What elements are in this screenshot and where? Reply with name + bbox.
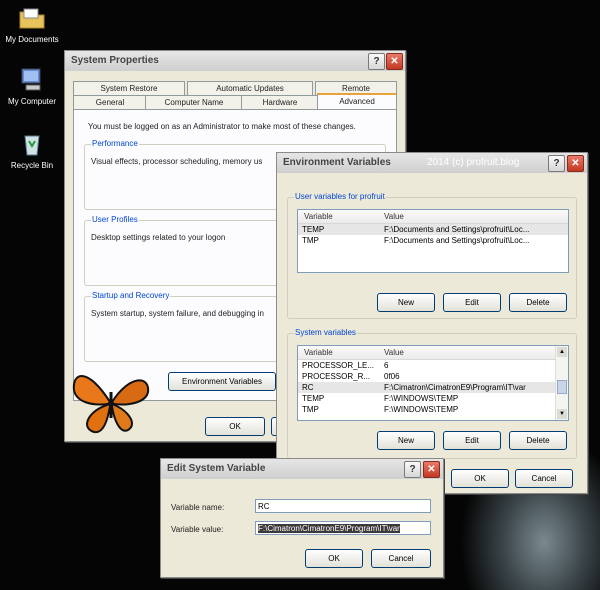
var-value: 6 bbox=[384, 361, 389, 370]
cancel-button[interactable]: Cancel bbox=[371, 549, 431, 568]
butterfly-image bbox=[68, 362, 154, 436]
variable-name-field[interactable]: RC bbox=[255, 499, 431, 513]
tab-automatic-updates[interactable]: Automatic Updates bbox=[187, 81, 313, 95]
var-name: PROCESSOR_LE... bbox=[302, 361, 375, 370]
var-name: TEMP bbox=[302, 394, 325, 403]
tab-system-restore[interactable]: System Restore bbox=[73, 81, 185, 95]
ok-button[interactable]: OK bbox=[451, 469, 509, 488]
var-value: F:\Documents and Settings\profruit\Loc..… bbox=[384, 225, 530, 234]
column-value: Value bbox=[384, 348, 404, 357]
var-value: F:\Documents and Settings\profruit\Loc..… bbox=[384, 236, 530, 245]
window-title: Edit System Variable bbox=[167, 463, 266, 474]
help-button[interactable]: ? bbox=[404, 461, 421, 478]
tab-hardware[interactable]: Hardware bbox=[241, 95, 319, 109]
desktop-icon-my-computer[interactable]: My Computer bbox=[0, 66, 64, 106]
group-label: Startup and Recovery bbox=[91, 291, 171, 300]
list-item[interactable]: TEMP F:\WINDOWS\TEMP bbox=[298, 393, 568, 404]
watermark-text: 2014 (c) profruit.blog bbox=[427, 157, 520, 168]
var-name: TMP bbox=[302, 405, 319, 414]
tab-computer-name[interactable]: Computer Name bbox=[145, 95, 243, 109]
var-name: PROCESSOR_R... bbox=[302, 372, 371, 381]
close-button[interactable]: ✕ bbox=[386, 53, 403, 70]
list-item[interactable]: RC F:\Cimatron\CimatronE9\Program\IT\var bbox=[298, 382, 568, 393]
user-variables-list[interactable]: Variable Value TEMP F:\Documents and Set… bbox=[297, 209, 569, 273]
vertical-scrollbar[interactable]: ▲ ▼ bbox=[555, 346, 568, 420]
group-label: Performance bbox=[91, 139, 139, 148]
title-bar[interactable]: Environment Variables 2014 (c) profruit.… bbox=[277, 153, 587, 173]
column-variable: Variable bbox=[304, 348, 333, 357]
system-new-button[interactable]: New bbox=[377, 431, 435, 450]
list-item[interactable]: PROCESSOR_LE... 6 bbox=[298, 360, 568, 371]
close-button[interactable]: ✕ bbox=[567, 155, 584, 172]
list-item[interactable]: TEMP F:\Documents and Settings\profruit\… bbox=[298, 224, 568, 235]
tab-general[interactable]: General bbox=[73, 95, 147, 109]
desktop-icon-recycle-bin[interactable]: Recycle Bin bbox=[0, 130, 64, 170]
var-name: RC bbox=[302, 383, 314, 392]
desktop-icon-label: My Computer bbox=[7, 97, 56, 106]
cancel-button[interactable]: Cancel bbox=[515, 469, 573, 488]
help-button[interactable]: ? bbox=[368, 53, 385, 70]
environment-variables-window: Environment Variables 2014 (c) profruit.… bbox=[276, 152, 588, 494]
title-bar[interactable]: System Properties ? ✕ bbox=[65, 51, 405, 71]
desktop-icon-label: My Documents bbox=[5, 35, 59, 44]
group-text: System startup, system failure, and debu… bbox=[91, 309, 264, 318]
variable-value-label: Variable value: bbox=[171, 525, 224, 534]
user-new-button[interactable]: New bbox=[377, 293, 435, 312]
var-value: F:\Cimatron\CimatronE9\Program\IT\var bbox=[384, 383, 526, 392]
selected-value-text: F:\Cimatron\CimatronE9\Program\IT\var bbox=[258, 524, 400, 533]
admin-note: You must be logged on as an Administrato… bbox=[88, 122, 356, 131]
desktop-icon-label: Recycle Bin bbox=[10, 161, 54, 170]
group-label: System variables bbox=[294, 328, 357, 337]
system-delete-button[interactable]: Delete bbox=[509, 431, 567, 450]
recycle-bin-icon bbox=[18, 130, 46, 158]
var-value: F:\WINDOWS\TEMP bbox=[384, 405, 459, 414]
ok-button[interactable]: OK bbox=[205, 417, 265, 436]
variable-name-label: Variable name: bbox=[171, 503, 225, 512]
system-edit-button[interactable]: Edit bbox=[443, 431, 501, 450]
folder-icon bbox=[18, 4, 46, 32]
var-name: TMP bbox=[302, 236, 319, 245]
list-item[interactable]: PROCESSOR_R... 0f06 bbox=[298, 371, 568, 382]
list-item[interactable]: TMP F:\WINDOWS\TEMP bbox=[298, 404, 568, 415]
column-value: Value bbox=[384, 212, 404, 221]
column-variable: Variable bbox=[304, 212, 333, 221]
group-label: User variables for profruit bbox=[294, 192, 386, 201]
group-text: Visual effects, processor scheduling, me… bbox=[91, 157, 263, 166]
environment-variables-button[interactable]: Environment Variables bbox=[168, 372, 276, 391]
tab-advanced[interactable]: Advanced bbox=[317, 93, 397, 109]
user-delete-button[interactable]: Delete bbox=[509, 293, 567, 312]
group-text: Desktop settings related to your logon bbox=[91, 233, 226, 242]
var-value: 0f06 bbox=[384, 372, 400, 381]
window-title: Environment Variables bbox=[283, 157, 391, 168]
system-variables-list[interactable]: Variable Value PROCESSOR_LE... 6 PROCESS… bbox=[297, 345, 569, 421]
var-value: F:\WINDOWS\TEMP bbox=[384, 394, 459, 403]
list-header: Variable Value bbox=[298, 210, 568, 224]
user-edit-button[interactable]: Edit bbox=[443, 293, 501, 312]
var-name: TEMP bbox=[302, 225, 325, 234]
edit-system-variable-dialog: Edit System Variable ? ✕ Variable name: … bbox=[160, 458, 444, 578]
scroll-thumb[interactable] bbox=[557, 380, 567, 394]
list-header: Variable Value bbox=[298, 346, 568, 360]
scroll-down-arrow-icon[interactable]: ▼ bbox=[557, 409, 567, 419]
variable-value-field[interactable]: F:\Cimatron\CimatronE9\Program\IT\var bbox=[255, 521, 431, 535]
desktop-icon-my-documents[interactable]: My Documents bbox=[0, 4, 64, 44]
title-bar[interactable]: Edit System Variable ? ✕ bbox=[161, 459, 443, 479]
scroll-up-arrow-icon[interactable]: ▲ bbox=[557, 347, 567, 357]
help-button[interactable]: ? bbox=[548, 155, 565, 172]
close-button[interactable]: ✕ bbox=[423, 461, 440, 478]
computer-icon bbox=[18, 66, 46, 94]
ok-button[interactable]: OK bbox=[305, 549, 363, 568]
group-label: User Profiles bbox=[91, 215, 139, 224]
list-item[interactable]: TMP F:\Documents and Settings\profruit\L… bbox=[298, 235, 568, 246]
window-title: System Properties bbox=[71, 55, 159, 66]
